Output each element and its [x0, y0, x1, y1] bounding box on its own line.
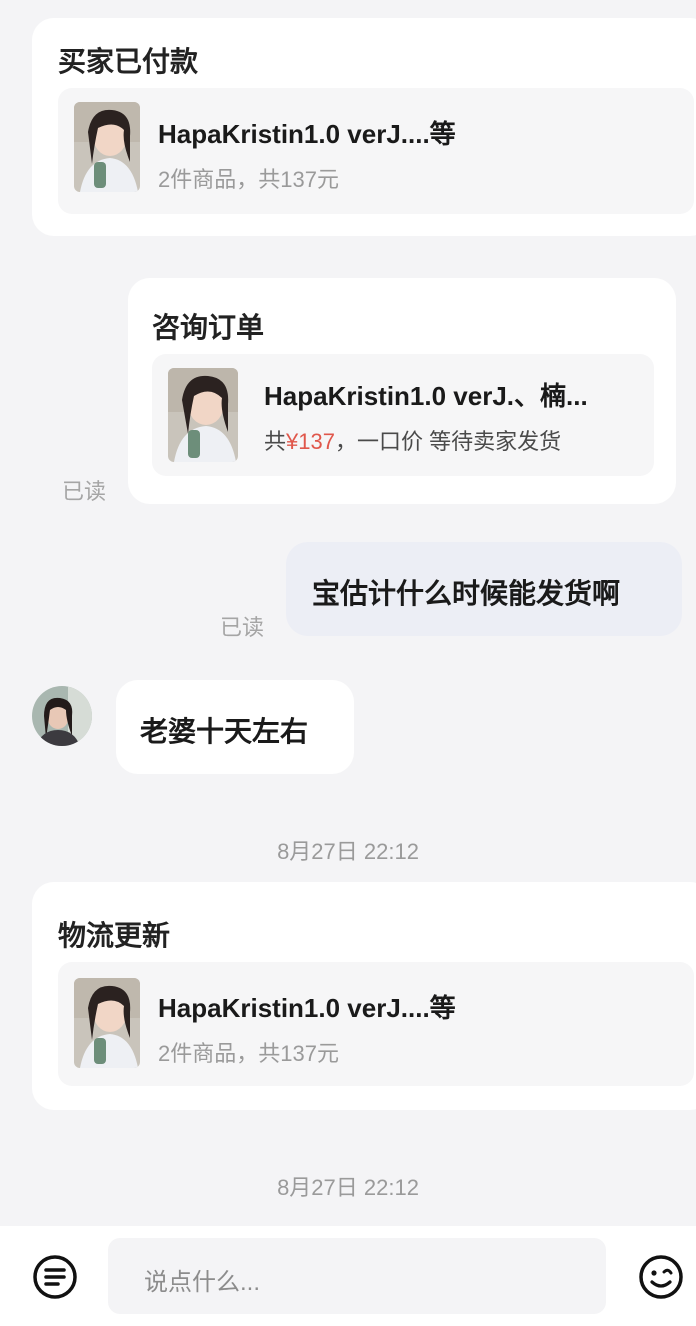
read-receipt: 已读	[62, 479, 107, 504]
consult-product[interactable]: HapaKristin1.0 verJ.、楠... 共¥137，一口价 等待卖家…	[152, 354, 654, 476]
message-timestamp: 8月27日 22:12	[277, 839, 419, 864]
product-name: HapaKristin1.0 verJ.、楠...	[264, 381, 588, 411]
price-prefix: 共	[264, 429, 287, 454]
product-thumbnail	[168, 368, 238, 462]
chat-input-bar: 说点什么...	[0, 1226, 696, 1326]
logistics-update-card[interactable]: 物流更新 HapaKristin1.0 verJ....等 2件商品，共137元	[32, 882, 696, 1110]
seller-avatar[interactable]	[32, 686, 92, 746]
emoji-icon[interactable]	[638, 1254, 684, 1300]
my-message-text: 宝估计什么时候能发货啊	[312, 578, 621, 609]
product-summary-text: 2件商品，共137元	[158, 167, 339, 192]
product-thumbnail	[74, 102, 140, 192]
product-name: HapaKristin1.0 verJ....等	[158, 119, 456, 149]
product-summary-text: 2件商品，共137元	[158, 1041, 339, 1066]
seller-message-bubble[interactable]: 老婆十天左右	[116, 680, 354, 774]
message-input[interactable]: 说点什么...	[108, 1238, 606, 1314]
order-paid-title: 买家已付款	[58, 46, 199, 77]
product-thumbnail	[74, 978, 140, 1068]
consult-order-title: 咨询订单	[152, 312, 265, 343]
product-summary[interactable]: HapaKristin1.0 verJ....等 2件商品，共137元	[58, 962, 694, 1086]
read-receipt: 已读	[220, 615, 265, 640]
logistics-update-title: 物流更新	[58, 920, 171, 951]
order-paid-card[interactable]: 买家已付款 HapaKristin1.0 verJ....等 2件商品，共137…	[32, 18, 696, 236]
product-name: HapaKristin1.0 verJ....等	[158, 993, 456, 1023]
order-status: ，一口价 等待卖家发货	[334, 429, 562, 454]
order-price: ¥137	[286, 429, 335, 454]
seller-message-text: 老婆十天左右	[140, 716, 309, 747]
message-input-placeholder: 说点什么...	[144, 1269, 261, 1296]
consult-order-card[interactable]: 咨询订单 HapaKristin1.0 verJ.、楠... 共¥137，一口价…	[128, 278, 676, 504]
list-menu-icon[interactable]	[32, 1254, 78, 1300]
my-message-bubble[interactable]: 宝估计什么时候能发货啊	[286, 542, 682, 636]
product-summary[interactable]: HapaKristin1.0 verJ....等 2件商品，共137元	[58, 88, 694, 214]
message-timestamp: 8月27日 22:12	[277, 1175, 419, 1200]
order-price-line: 共¥137，一口价 等待卖家发货	[264, 424, 561, 456]
